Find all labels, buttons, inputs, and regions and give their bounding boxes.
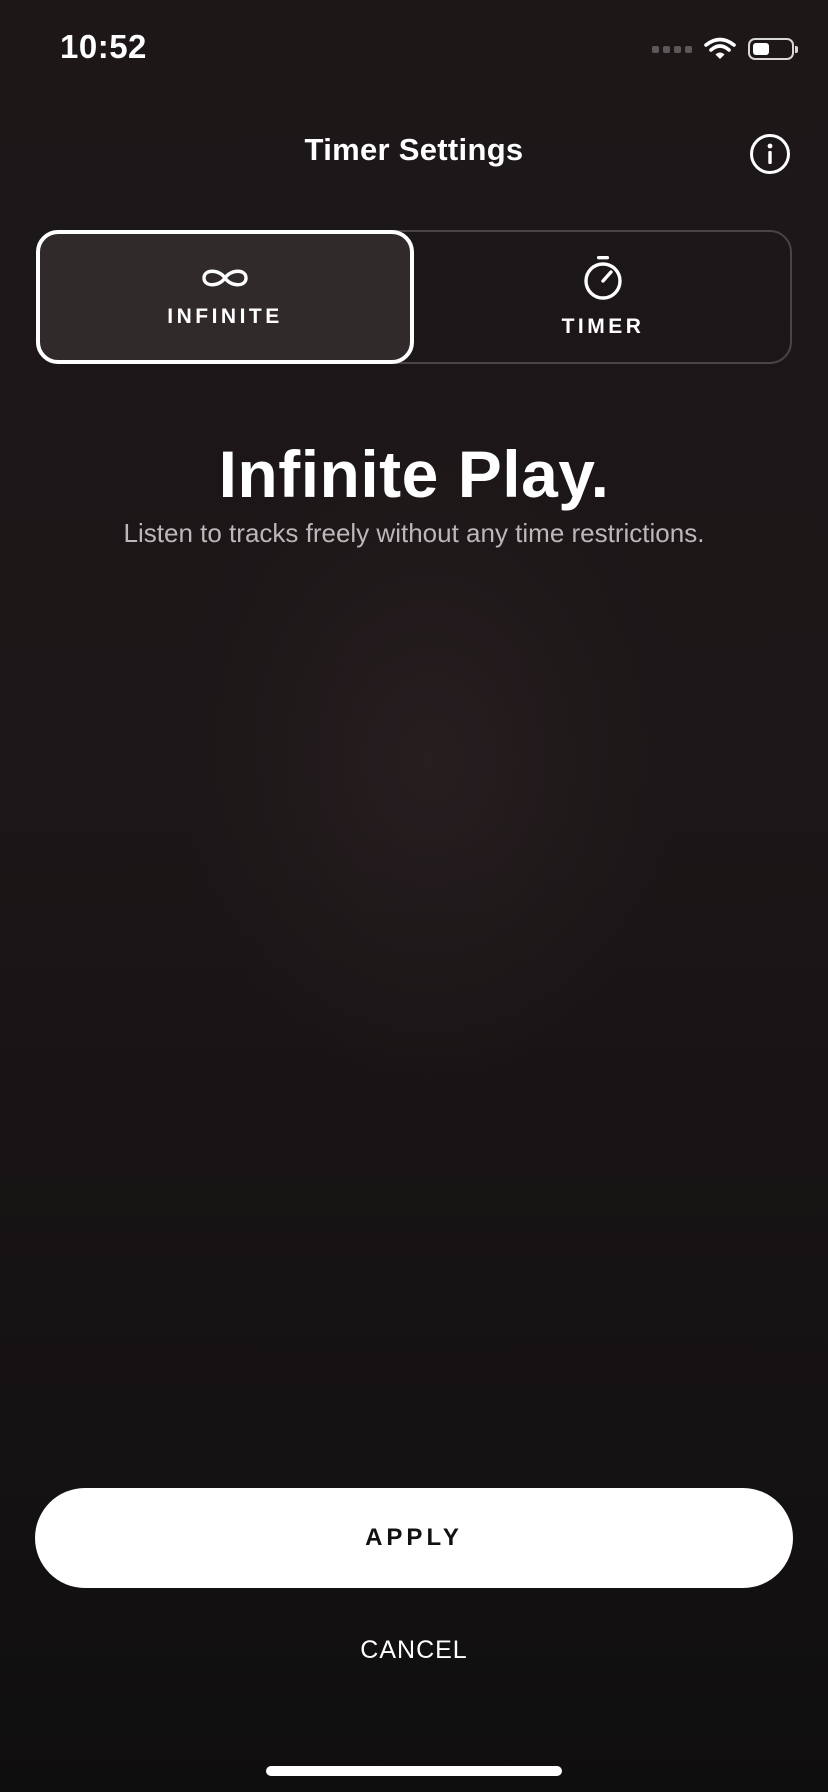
mode-description: Listen to tracks freely without any time… (123, 518, 705, 548)
info-button[interactable] (750, 134, 790, 174)
stopwatch-icon (584, 256, 622, 300)
apply-button[interactable]: APPLY (35, 1488, 793, 1588)
timer-settings-screen: 10:52 Timer Settings INFINITE TIMER Infi… (0, 0, 828, 1792)
infinity-icon (202, 269, 248, 287)
signal-dots-icon (652, 45, 692, 53)
cancel-button[interactable]: CANCEL (0, 1636, 828, 1665)
tab-timer[interactable]: TIMER (414, 230, 792, 364)
status-indicators (652, 34, 798, 64)
battery-icon (748, 38, 798, 60)
battery-level (753, 43, 769, 55)
status-time: 10:52 (60, 28, 147, 65)
wifi-icon (704, 37, 736, 59)
mode-selector: INFINITE TIMER (36, 230, 792, 364)
home-indicator[interactable] (266, 1766, 562, 1776)
tab-infinite-label: INFINITE (167, 305, 283, 328)
mode-headline: Infinite Play. (218, 437, 610, 511)
tab-timer-label: TIMER (561, 315, 645, 338)
page-title: Timer Settings (304, 132, 524, 167)
info-icon (767, 143, 773, 164)
tab-infinite[interactable]: INFINITE (36, 230, 414, 364)
